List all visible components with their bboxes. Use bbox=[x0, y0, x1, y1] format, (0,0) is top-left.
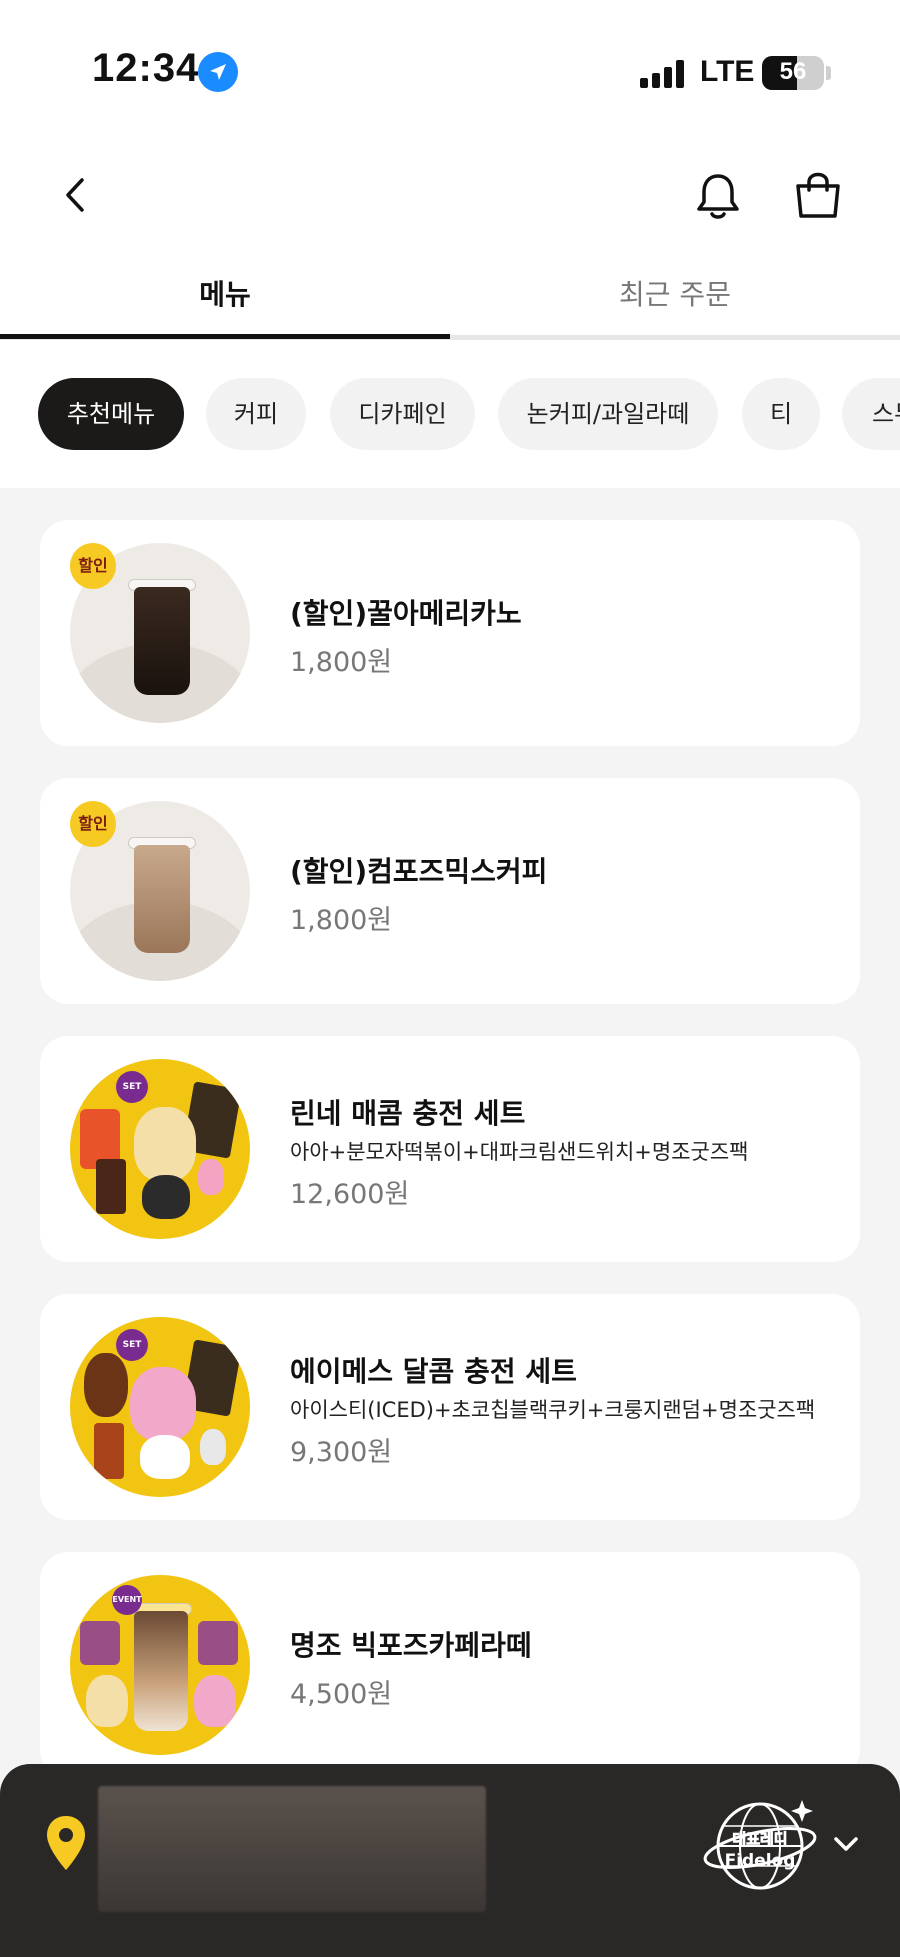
menu-item-image: SET bbox=[70, 1059, 250, 1239]
network-type: LTE bbox=[700, 55, 755, 88]
menu-item-image: EVENT bbox=[70, 1575, 250, 1755]
menu-item-name: 명조 빅포즈카페라떼 bbox=[290, 1629, 532, 1662]
menu-item-card[interactable]: SET 린네 매콤 충전 세트 아아+분모자떡볶이+대파크림샌드위치+명조굿즈팩… bbox=[40, 1036, 860, 1262]
chip-noncoffee-fruit-latte[interactable]: 논커피/과일라떼 bbox=[498, 378, 718, 450]
menu-item-price: 9,300원 bbox=[290, 1437, 393, 1468]
menu-item-image: SET bbox=[70, 1317, 250, 1497]
svg-text:Fidelog: Fidelog bbox=[725, 1851, 796, 1871]
status-bar: 12:34 LTE 56 bbox=[0, 0, 900, 150]
bell-icon bbox=[697, 174, 739, 219]
menu-item-card[interactable]: SET 에이메스 달콤 충전 세트 아이스티(ICED)+초코칩블랙쿠키+크룽지… bbox=[40, 1294, 860, 1520]
menu-item-price: 4,500원 bbox=[290, 1679, 393, 1710]
store-selector-bar[interactable]: 대표레디 Fidelog bbox=[0, 1764, 900, 1957]
menu-item-card[interactable]: EVENT 명조 빅포즈카페라떼 4,500원 bbox=[40, 1552, 860, 1778]
tab-bar: 메뉴 최근 주문 bbox=[0, 260, 900, 340]
chip-smoothie[interactable]: 스무 bbox=[842, 378, 900, 450]
store-name-redacted bbox=[98, 1786, 486, 1912]
chip-coffee[interactable]: 커피 bbox=[206, 378, 306, 450]
location-arrow-icon bbox=[198, 52, 238, 92]
menu-item-price: 1,800원 bbox=[290, 647, 393, 678]
chip-decaf[interactable]: 디카페인 bbox=[330, 378, 475, 450]
chip-tea[interactable]: 티 bbox=[742, 378, 820, 450]
category-chips: 추천메뉴 커피 디카페인 논커피/과일라떼 티 스무 bbox=[0, 378, 900, 454]
menu-item-card[interactable]: 할인 (할인)컴포즈믹스커피 1,800원 bbox=[40, 778, 860, 1004]
menu-item-description: 아이스티(ICED)+초코칩블랙쿠키+크룽지랜덤+명조굿즈팩 bbox=[290, 1398, 816, 1422]
menu-item-name: (할인)컴포즈믹스커피 bbox=[290, 855, 548, 888]
chip-recommended[interactable]: 추천메뉴 bbox=[38, 378, 184, 450]
chevron-down-icon[interactable] bbox=[828, 1826, 864, 1862]
menu-item-name: 린네 매콤 충전 세트 bbox=[290, 1097, 526, 1130]
app-screen: 12:34 LTE 56 메뉴 최근 주문 추천메뉴 커피 디카페인 논커피/과… bbox=[0, 0, 900, 1957]
battery-icon: 56 bbox=[762, 56, 824, 90]
set-badge: SET bbox=[116, 1329, 148, 1361]
notification-button[interactable] bbox=[690, 168, 746, 224]
store-logo: 대표레디 Fidelog bbox=[700, 1786, 820, 1906]
status-time: 12:34 bbox=[92, 46, 200, 90]
menu-item-name: 에이메스 달콤 충전 세트 bbox=[290, 1355, 577, 1388]
back-button[interactable] bbox=[50, 170, 100, 220]
active-tab-indicator bbox=[0, 334, 450, 339]
menu-item-price: 12,600원 bbox=[290, 1179, 410, 1210]
event-badge: EVENT bbox=[112, 1585, 142, 1615]
discount-badge: 할인 bbox=[70, 543, 116, 589]
tab-recent-orders[interactable]: 최근 주문 bbox=[450, 260, 900, 340]
menu-item-price: 1,800원 bbox=[290, 905, 393, 936]
map-pin-icon bbox=[44, 1814, 88, 1874]
battery-tip bbox=[826, 66, 831, 80]
cart-button[interactable] bbox=[790, 168, 846, 224]
tab-menu[interactable]: 메뉴 bbox=[0, 260, 450, 340]
menu-item-card[interactable]: 할인 (할인)꿀아메리카노 1,800원 bbox=[40, 520, 860, 746]
discount-badge: 할인 bbox=[70, 801, 116, 847]
set-badge: SET bbox=[116, 1071, 148, 1103]
store-logo-text: 대표레디 bbox=[732, 1830, 787, 1848]
cellular-signal-icon bbox=[640, 60, 686, 88]
shopping-bag-icon bbox=[796, 172, 840, 218]
chevron-left-icon bbox=[66, 178, 84, 212]
battery-level: 56 bbox=[779, 58, 807, 85]
menu-item-description: 아아+분모자떡볶이+대파크림샌드위치+명조굿즈팩 bbox=[290, 1140, 749, 1164]
menu-item-name: (할인)꿀아메리카노 bbox=[290, 597, 522, 630]
